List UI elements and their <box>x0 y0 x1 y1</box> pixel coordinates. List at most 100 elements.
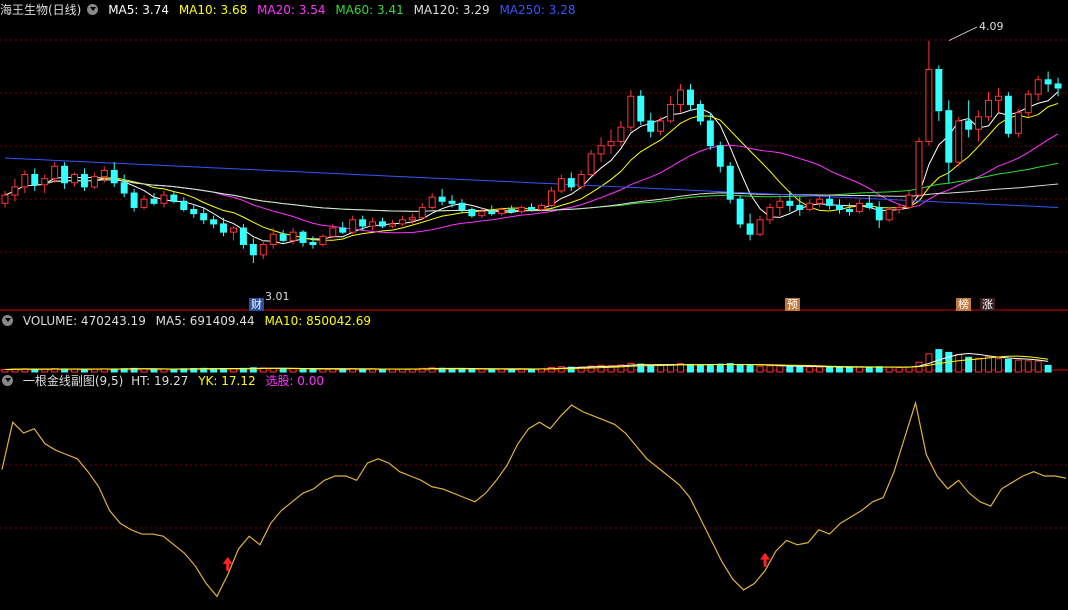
gold-line <box>1 400 1067 598</box>
volume-bar <box>865 366 873 373</box>
volume-bar <box>975 357 983 373</box>
candle-body <box>1024 93 1032 114</box>
volume-bar <box>786 365 794 373</box>
volume-bar <box>826 366 834 373</box>
event-tag-ranking[interactable]: 榜 <box>956 298 971 311</box>
candle-body <box>746 223 754 235</box>
volume-bar <box>1034 360 1042 373</box>
candle-body <box>885 209 893 221</box>
candle-body <box>756 219 764 235</box>
volume-bar <box>816 366 824 373</box>
candle-body <box>557 178 565 192</box>
candle-body <box>537 204 545 211</box>
candle-body <box>508 209 516 213</box>
candle-body <box>299 231 307 243</box>
volume-bar <box>985 356 993 373</box>
high-pointer <box>948 26 978 42</box>
event-tag-limit-up[interactable]: 涨 <box>980 298 995 311</box>
candle-body <box>448 200 456 204</box>
volume-bar <box>458 368 466 373</box>
volume-bar <box>309 368 317 373</box>
candle-body <box>826 198 834 206</box>
candle-body <box>567 178 575 188</box>
candle-body <box>1034 79 1042 95</box>
candle-body <box>617 126 625 143</box>
candle-body <box>1014 112 1022 134</box>
buy-signal-arrow-icon <box>222 556 233 571</box>
candle-body <box>1 194 9 204</box>
volume-bar <box>289 368 297 373</box>
candle-body <box>806 202 814 211</box>
candle-body <box>845 209 853 213</box>
volume-bar <box>1014 359 1022 373</box>
candle-body <box>875 206 883 221</box>
candle-body <box>200 213 208 221</box>
volume-bar <box>150 368 158 373</box>
candle-body <box>706 120 714 147</box>
volume-bar <box>379 368 386 373</box>
candle-body <box>210 219 218 225</box>
candle-body <box>985 99 993 118</box>
ma10-line <box>4 102 1059 241</box>
candle-body <box>865 202 873 208</box>
volume-bar <box>994 358 1002 373</box>
candle-body <box>349 219 357 233</box>
candle-body <box>905 194 913 208</box>
volume-bar <box>1044 364 1052 373</box>
candle-body <box>975 116 983 130</box>
candle-body <box>408 217 416 221</box>
candle-body <box>41 178 49 186</box>
candle-body <box>607 141 615 147</box>
candle-body <box>925 68 933 143</box>
volume-bar <box>756 365 764 373</box>
candle-body <box>716 145 724 167</box>
candle-body <box>428 196 436 208</box>
stock-chart[interactable]: 4.09 3.01 <box>0 0 1068 610</box>
candle-body <box>528 206 535 211</box>
candle-body <box>160 194 168 204</box>
candle-body <box>249 244 257 256</box>
volume-bar <box>1004 358 1012 373</box>
volume-bar <box>478 368 486 373</box>
volume-bar <box>667 364 675 373</box>
candle-body <box>1044 79 1052 85</box>
candle-body <box>61 165 69 184</box>
candle-body <box>180 200 188 211</box>
candlesticks <box>1 26 1062 264</box>
volume-bar <box>855 366 863 373</box>
candle-body <box>965 120 973 130</box>
volume-bar <box>1024 360 1032 373</box>
candle-body <box>488 211 496 215</box>
candle-body <box>80 174 88 188</box>
candle-body <box>458 202 466 211</box>
candle-body <box>786 200 794 206</box>
candle-body <box>398 219 406 225</box>
candle-body <box>657 120 665 132</box>
volume-bar <box>80 368 88 373</box>
candle-body <box>239 227 247 246</box>
volume-bar <box>746 365 754 373</box>
candle-body <box>31 174 39 186</box>
event-tag-forecast[interactable]: 预 <box>785 298 800 311</box>
ma5-line <box>4 91 1059 245</box>
volume-bar <box>319 368 327 373</box>
volume-bar <box>557 366 565 373</box>
candle-body <box>577 174 585 188</box>
candle-body <box>140 198 148 208</box>
volume-bar <box>806 366 814 373</box>
candle-body <box>170 194 178 202</box>
candle-body <box>190 209 198 215</box>
candle-body <box>647 120 655 132</box>
candle-body <box>369 221 377 227</box>
candle-body <box>836 204 843 211</box>
candle-body <box>289 231 297 241</box>
candle-body <box>945 110 953 163</box>
volume-bar <box>71 368 78 373</box>
event-tag-financial[interactable]: 财 <box>249 298 264 311</box>
volume-bar <box>160 368 168 373</box>
candle-body <box>478 211 486 217</box>
volume-bar <box>885 366 893 373</box>
candle-body <box>855 202 863 213</box>
candle-body <box>1004 95 1012 134</box>
volume-bar <box>508 368 516 373</box>
